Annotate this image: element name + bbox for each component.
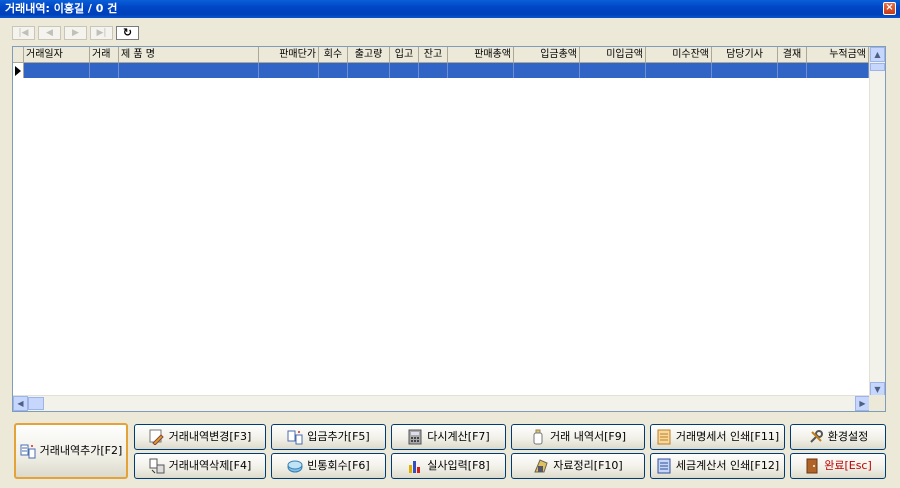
bar-chart-icon bbox=[407, 458, 423, 474]
recalc-label: 다시계산[F7] bbox=[427, 430, 490, 443]
add-list-icon bbox=[20, 443, 36, 459]
column-header[interactable]: 잔고 bbox=[419, 47, 448, 63]
vertical-scroll-thumb[interactable] bbox=[870, 63, 885, 71]
record-navigator: |◀ ◀ ▶ ▶| ↻ bbox=[12, 26, 139, 42]
vertical-scrollbar[interactable]: ▲ ▼ bbox=[869, 47, 885, 397]
table-cell[interactable] bbox=[259, 63, 319, 78]
delete-trade-button[interactable]: 거래내역삭제[F4] bbox=[134, 453, 266, 479]
bottle-icon bbox=[530, 429, 546, 445]
table-cell[interactable] bbox=[119, 63, 259, 78]
window-title: 거래내역: 이홍길 / 0 건 bbox=[5, 2, 118, 15]
edit-trade-button[interactable]: 거래내역변경[F3] bbox=[134, 424, 266, 450]
table-cell[interactable] bbox=[319, 63, 348, 78]
horizontal-scrollbar[interactable]: ◀ ▶ bbox=[13, 395, 870, 411]
next-record-button[interactable]: ▶ bbox=[64, 26, 87, 40]
table-cell[interactable] bbox=[778, 63, 807, 78]
delete-trade-label: 거래내역삭제[F4] bbox=[168, 459, 252, 472]
prev-record-button[interactable]: ◀ bbox=[38, 26, 61, 40]
settings-label: 환경설정 bbox=[827, 430, 869, 443]
cleanup-icon bbox=[533, 458, 549, 474]
scroll-right-icon[interactable]: ▶ bbox=[855, 396, 870, 411]
add-deposit-button[interactable]: 입금추가[F5] bbox=[271, 424, 386, 450]
grid-header: 거래일자 거래 제 품 명 판매단가 회수 출고량 입고 잔고 판매총액 입금총… bbox=[13, 47, 869, 63]
exit-door-icon bbox=[804, 458, 820, 474]
table-cell[interactable] bbox=[448, 63, 514, 78]
table-cell[interactable] bbox=[24, 63, 90, 78]
trade-grid[interactable]: 거래일자 거래 제 품 명 판매단가 회수 출고량 입고 잔고 판매총액 입금총… bbox=[12, 46, 886, 412]
window-titlebar: 거래내역: 이홍길 / 0 건 × bbox=[0, 0, 900, 18]
column-header[interactable]: 미입금액 bbox=[580, 47, 646, 63]
scroll-up-icon[interactable]: ▲ bbox=[870, 47, 885, 62]
table-cell[interactable] bbox=[712, 63, 778, 78]
column-header[interactable]: 회수 bbox=[319, 47, 348, 63]
recalc-button[interactable]: 다시계산[F7] bbox=[391, 424, 506, 450]
done-label: 완료[Esc] bbox=[824, 459, 872, 472]
first-record-button[interactable]: |◀ bbox=[12, 26, 35, 40]
table-row[interactable] bbox=[13, 63, 869, 78]
table-cell[interactable] bbox=[390, 63, 419, 78]
edit-trade-label: 거래내역변경[F3] bbox=[168, 430, 252, 443]
column-header[interactable]: 판매총액 bbox=[448, 47, 514, 63]
row-pointer-icon bbox=[13, 63, 24, 78]
close-button[interactable]: × bbox=[883, 2, 896, 15]
scroll-left-icon[interactable]: ◀ bbox=[13, 396, 28, 411]
row-indicator-header bbox=[13, 47, 24, 63]
column-header[interactable]: 판매단가 bbox=[259, 47, 319, 63]
refresh-button[interactable]: ↻ bbox=[116, 26, 139, 40]
column-header[interactable]: 제 품 명 bbox=[119, 47, 259, 63]
data-cleanup-label: 자료정리[F10] bbox=[553, 459, 623, 472]
column-header[interactable]: 출고량 bbox=[348, 47, 390, 63]
bottle-return-button[interactable]: 빈통회수[F6] bbox=[271, 453, 386, 479]
last-record-button[interactable]: ▶| bbox=[90, 26, 113, 40]
table-cell[interactable] bbox=[419, 63, 448, 78]
print-tax-invoice-label: 세금계산서 인쇄[F12] bbox=[675, 459, 780, 472]
delete-list-icon bbox=[149, 458, 165, 474]
add-trade-label: 거래내역추가[F2] bbox=[39, 444, 123, 457]
table-cell[interactable] bbox=[646, 63, 712, 78]
statement-button[interactable]: 거래 내역서[F9] bbox=[511, 424, 645, 450]
horizontal-scroll-thumb[interactable] bbox=[28, 397, 44, 410]
statement-label: 거래 내역서[F9] bbox=[549, 430, 626, 443]
column-header[interactable]: 거래 bbox=[90, 47, 119, 63]
column-header[interactable]: 입금총액 bbox=[514, 47, 580, 63]
print-statement-button[interactable]: 거래명세서 인쇄[F11] bbox=[650, 424, 785, 450]
column-header[interactable]: 누적금액 bbox=[807, 47, 869, 63]
actual-input-label: 실사입력[F8] bbox=[427, 459, 490, 472]
tax-invoice-icon bbox=[656, 458, 672, 474]
actual-input-button[interactable]: 실사입력[F8] bbox=[391, 453, 506, 479]
bottle-return-label: 빈통회수[F6] bbox=[307, 459, 370, 472]
settings-button[interactable]: 환경설정 bbox=[790, 424, 886, 450]
column-header[interactable]: 거래일자 bbox=[24, 47, 90, 63]
table-cell[interactable] bbox=[807, 63, 869, 78]
column-header[interactable]: 담당기사 bbox=[712, 47, 778, 63]
print-tax-invoice-button[interactable]: 세금계산서 인쇄[F12] bbox=[650, 453, 785, 479]
table-cell[interactable] bbox=[580, 63, 646, 78]
table-cell[interactable] bbox=[90, 63, 119, 78]
table-cell[interactable] bbox=[514, 63, 580, 78]
tools-icon bbox=[808, 429, 824, 445]
add-deposit-icon bbox=[287, 429, 303, 445]
add-trade-button[interactable]: 거래내역추가[F2] bbox=[14, 423, 128, 479]
print-statement-label: 거래명세서 인쇄[F11] bbox=[675, 430, 780, 443]
column-header[interactable]: 결재 bbox=[778, 47, 807, 63]
calculator-icon bbox=[407, 429, 423, 445]
column-header[interactable]: 입고 bbox=[390, 47, 419, 63]
disc-icon bbox=[287, 458, 303, 474]
edit-icon bbox=[149, 429, 165, 446]
add-deposit-label: 입금추가[F5] bbox=[307, 430, 370, 443]
scrollbar-corner bbox=[869, 395, 885, 411]
statement-sheet-icon bbox=[656, 429, 672, 445]
done-button[interactable]: 완료[Esc] bbox=[790, 453, 886, 479]
data-cleanup-button[interactable]: 자료정리[F10] bbox=[511, 453, 645, 479]
table-cell[interactable] bbox=[348, 63, 390, 78]
column-header[interactable]: 미수잔액 bbox=[646, 47, 712, 63]
